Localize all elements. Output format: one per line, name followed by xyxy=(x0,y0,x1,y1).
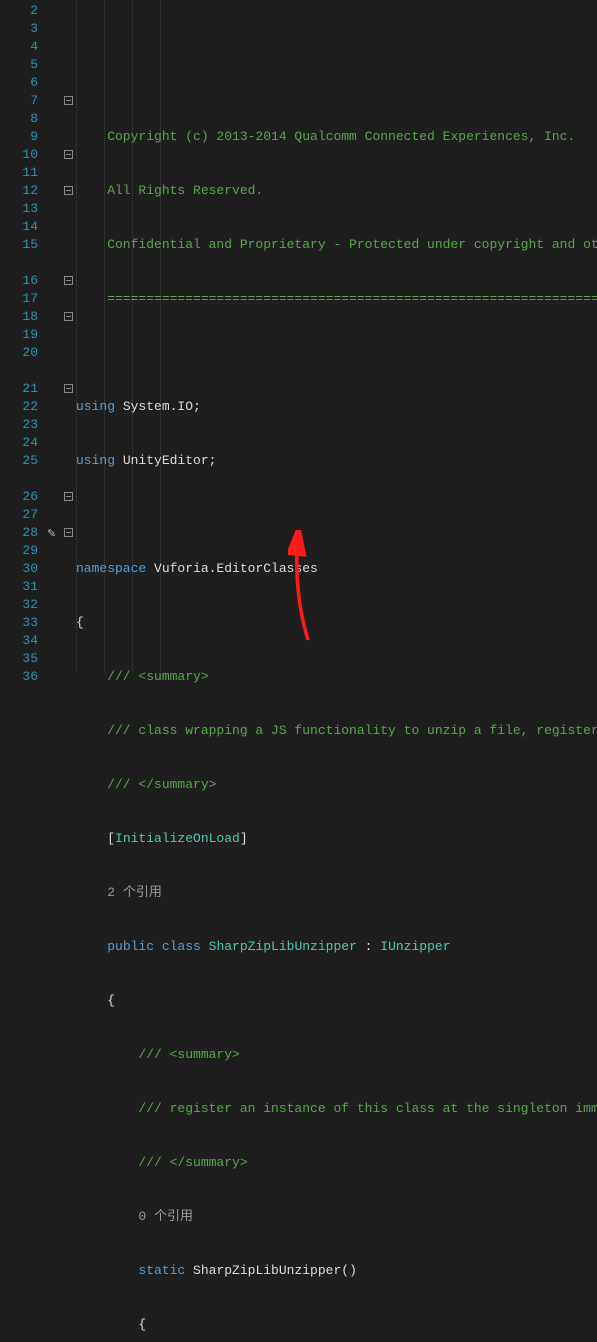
fold-toggle-icon[interactable] xyxy=(64,186,73,195)
code-line: /// </summary> xyxy=(76,776,597,794)
code-line xyxy=(76,344,597,362)
code-line: { xyxy=(76,1316,597,1334)
line-number: 21 xyxy=(0,380,38,398)
code-line: Confidential and Proprietary - Protected… xyxy=(76,236,597,254)
line-number: 27 xyxy=(0,506,38,524)
code-line: { xyxy=(76,614,597,632)
line-number: 11 xyxy=(0,164,38,182)
folding-margin[interactable] xyxy=(62,0,76,671)
fold-toggle-icon[interactable] xyxy=(64,276,73,285)
line-number: 5 xyxy=(0,56,38,74)
line-number xyxy=(0,362,38,380)
codelens[interactable]: 0 个引用 xyxy=(76,1208,597,1226)
line-number: 16 xyxy=(0,272,38,290)
code-line: { xyxy=(76,992,597,1010)
code-line: ========================================… xyxy=(76,290,597,308)
line-number: 19 xyxy=(0,326,38,344)
line-number: 15 xyxy=(0,236,38,254)
line-number: 12 xyxy=(0,182,38,200)
line-number: 8 xyxy=(0,110,38,128)
line-number: 17 xyxy=(0,290,38,308)
line-number: 18 xyxy=(0,308,38,326)
line-number: 33 xyxy=(0,614,38,632)
code-line: /// class wrapping a JS functionality to… xyxy=(76,722,597,740)
code-editor[interactable]: 2345678910111213141516171819202122232425… xyxy=(0,0,597,671)
line-number xyxy=(0,254,38,272)
code-line: static SharpZipLibUnzipper() xyxy=(76,1262,597,1280)
line-number: 20 xyxy=(0,344,38,362)
line-number: 26 xyxy=(0,488,38,506)
line-number: 3 xyxy=(0,20,38,38)
code-line: using UnityEditor; xyxy=(76,452,597,470)
code-line: /// </summary> xyxy=(76,1154,597,1172)
line-number: 13 xyxy=(0,200,38,218)
line-number: 2 xyxy=(0,2,38,20)
code-area[interactable]: Copyright (c) 2013-2014 Qualcomm Connect… xyxy=(76,0,597,671)
code-line: /// register an instance of this class a… xyxy=(76,1100,597,1118)
line-number: 4 xyxy=(0,38,38,56)
line-number: 28 xyxy=(0,524,38,542)
fold-toggle-icon[interactable] xyxy=(64,150,73,159)
line-number xyxy=(0,470,38,488)
line-number: 9 xyxy=(0,128,38,146)
fold-toggle-icon[interactable] xyxy=(64,96,73,105)
code-line: namespace Vuforia.EditorClasses xyxy=(76,560,597,578)
glyph-margin: ✎ xyxy=(46,0,62,671)
line-number: 25 xyxy=(0,452,38,470)
line-number: 31 xyxy=(0,578,38,596)
line-number: 14 xyxy=(0,218,38,236)
line-number-gutter: 2345678910111213141516171819202122232425… xyxy=(0,0,46,671)
code-line: [InitializeOnLoad] xyxy=(76,830,597,848)
fold-toggle-icon[interactable] xyxy=(64,384,73,393)
code-line: All Rights Reserved. xyxy=(76,182,597,200)
line-number: 29 xyxy=(0,542,38,560)
edit-glyph-icon: ✎ xyxy=(47,526,59,538)
fold-toggle-icon[interactable] xyxy=(64,528,73,537)
line-number: 34 xyxy=(0,632,38,650)
line-number: 24 xyxy=(0,434,38,452)
line-number: 7 xyxy=(0,92,38,110)
line-number: 10 xyxy=(0,146,38,164)
line-number: 22 xyxy=(0,398,38,416)
fold-toggle-icon[interactable] xyxy=(64,312,73,321)
code-line: using System.IO; xyxy=(76,398,597,416)
line-number: 35 xyxy=(0,650,38,668)
line-number: 6 xyxy=(0,74,38,92)
line-number: 32 xyxy=(0,596,38,614)
code-line: /// <summary> xyxy=(76,1046,597,1064)
code-line xyxy=(76,506,597,524)
code-line: Copyright (c) 2013-2014 Qualcomm Connect… xyxy=(76,128,597,146)
line-number: 30 xyxy=(0,560,38,578)
fold-toggle-icon[interactable] xyxy=(64,492,73,501)
codelens[interactable]: 2 个引用 xyxy=(76,884,597,902)
line-number: 23 xyxy=(0,416,38,434)
code-line: public class SharpZipLibUnzipper : IUnzi… xyxy=(76,938,597,956)
